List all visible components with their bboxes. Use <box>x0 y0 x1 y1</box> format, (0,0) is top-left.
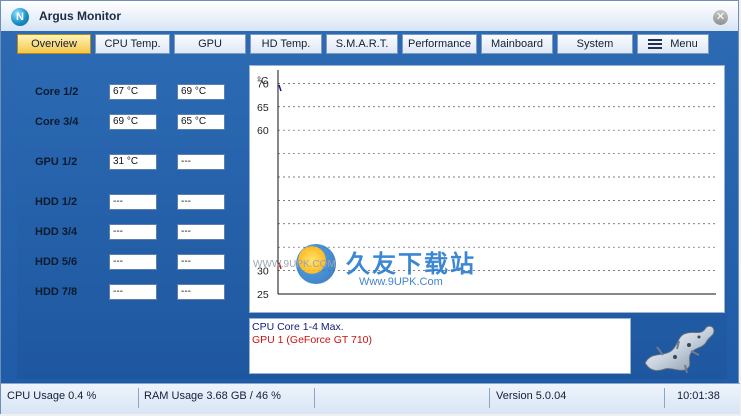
tab-performance[interactable]: Performance <box>402 34 477 54</box>
status-separator <box>138 388 139 408</box>
ram-usage-status: RAM Usage 3.68 GB / 46 % <box>144 390 281 402</box>
sensor-value: 67 °C <box>109 84 157 100</box>
sensor-label-hdd-7-8: HDD 7/8 <box>35 286 78 298</box>
tab-overview[interactable]: Overview <box>17 34 91 54</box>
salamander-logo-icon <box>644 325 715 374</box>
series-point-gpu <box>278 262 282 270</box>
tab-system[interactable]: System <box>557 34 633 54</box>
cpu-usage-status: CPU Usage 0.4 % <box>7 390 97 402</box>
sensor-value: 69 °C <box>109 114 157 130</box>
temperature-chart-svg: °C7065603025 <box>257 70 716 301</box>
sensor-value: --- <box>109 194 157 210</box>
app-logo-icon: N <box>11 8 29 26</box>
series-point-cpu <box>278 84 282 92</box>
sensor-label-hdd-3-4: HDD 3/4 <box>35 226 78 238</box>
overview-panel: Core 1/2 67 °C 69 °C Core 3/4 69 °C 65 °… <box>17 59 727 379</box>
legend-item-cpu: CPU Core 1-4 Max. <box>252 321 344 333</box>
menu-label: Menu <box>670 38 698 50</box>
sensor-value: 65 °C <box>177 114 225 130</box>
close-icon[interactable]: ✕ <box>713 10 728 25</box>
y-tick-label: 25 <box>257 289 269 301</box>
sensor-label-core-3-4: Core 3/4 <box>35 116 79 128</box>
sensor-value: --- <box>177 224 225 240</box>
title-bar[interactable]: N Argus Monitor ✕ <box>1 1 738 31</box>
tab-gpu[interactable]: GPU <box>174 34 246 54</box>
y-tick-label: 30 <box>257 266 269 278</box>
menu-button[interactable]: Menu <box>637 34 709 54</box>
tab-mainboard[interactable]: Mainboard <box>481 34 553 54</box>
app-window: N Argus Monitor ✕ Overview CPU Temp. GPU… <box>0 0 740 414</box>
sensor-label-core-1-2: Core 1/2 <box>35 86 79 98</box>
sensor-value: 69 °C <box>177 84 225 100</box>
y-tick-label: 65 <box>257 102 269 114</box>
version-status: Version 5.0.04 <box>496 390 567 402</box>
legend-item-gpu: GPU 1 (GeForce GT 710) <box>252 334 373 346</box>
y-tick-label: 60 <box>257 125 269 137</box>
sensor-value: --- <box>177 254 225 270</box>
sensor-value: --- <box>109 224 157 240</box>
sensor-label-hdd-1-2: HDD 1/2 <box>35 196 78 208</box>
sensor-value: 31 °C <box>109 154 157 170</box>
window-title: Argus Monitor <box>39 9 121 23</box>
clock-status: 10:01:38 <box>677 390 720 402</box>
status-separator <box>489 388 490 408</box>
sensor-label-gpu-1-2: GPU 1/2 <box>35 156 78 168</box>
y-tick-label: 70 <box>257 78 269 90</box>
status-bar: CPU Usage 0.4 % RAM Usage 3.68 GB / 46 %… <box>1 383 740 414</box>
tab-hd-temp[interactable]: HD Temp. <box>250 34 322 54</box>
tab-bar: Overview CPU Temp. GPU HD Temp. S.M.A.R.… <box>17 34 709 56</box>
chart-legend: CPU Core 1-4 Max. GPU 1 (GeForce GT 710) <box>249 318 631 374</box>
tab-smart[interactable]: S.M.A.R.T. <box>326 34 398 54</box>
sensor-value: --- <box>177 194 225 210</box>
sensor-label-hdd-5-6: HDD 5/6 <box>35 256 78 268</box>
temperature-chart: °C 70 65 60 30 25 <box>249 65 725 313</box>
sensor-value: --- <box>177 154 225 170</box>
sensor-value: --- <box>109 284 157 300</box>
sensor-value: --- <box>177 284 225 300</box>
status-separator <box>314 388 315 408</box>
status-separator <box>664 388 665 408</box>
tab-cpu-temp[interactable]: CPU Temp. <box>95 34 170 54</box>
sensor-value: --- <box>109 254 157 270</box>
hamburger-icon <box>648 39 663 49</box>
